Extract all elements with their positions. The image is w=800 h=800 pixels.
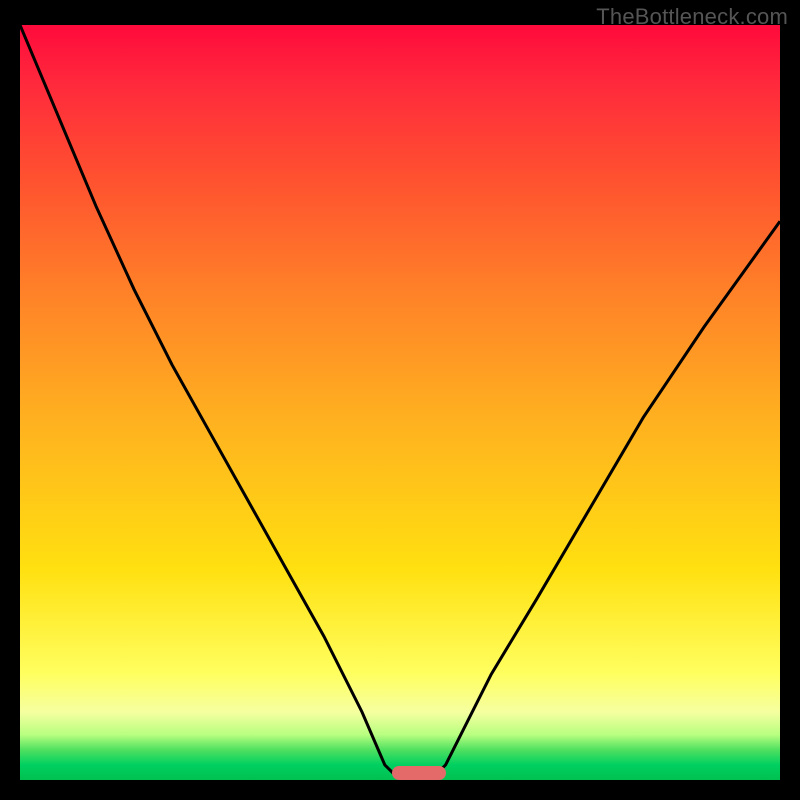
watermark-text: TheBottleneck.com [596,4,788,30]
valley-marker [392,766,445,780]
bottleneck-curve [20,25,780,780]
plot-area [20,25,780,780]
chart-container: TheBottleneck.com [0,0,800,800]
